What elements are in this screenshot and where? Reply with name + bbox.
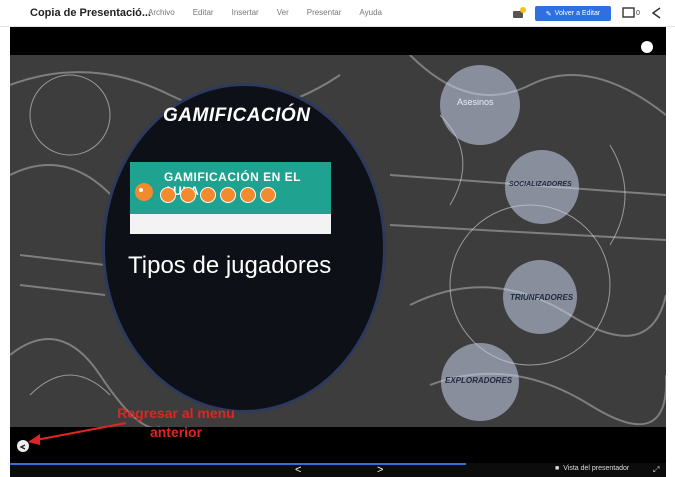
menu-archivo[interactable]: Archivo bbox=[148, 8, 175, 17]
previous-button[interactable]: < bbox=[295, 463, 301, 477]
badge-icon bbox=[200, 187, 216, 203]
label-triunfadores: TRIUNFADORES bbox=[510, 293, 574, 302]
menu-ver[interactable]: Ver bbox=[277, 8, 289, 17]
slide-title: GAMIFICACIÓN bbox=[163, 105, 311, 126]
badge-icon bbox=[240, 187, 256, 203]
menu-ayuda[interactable]: Ayuda bbox=[359, 8, 382, 17]
back-to-edit-button[interactable]: ✎ Volver a Editar bbox=[535, 6, 611, 21]
badge-icon bbox=[220, 187, 236, 203]
share-icon[interactable] bbox=[650, 6, 662, 20]
label-exploradores: EXPLORADORES bbox=[445, 376, 513, 385]
annotation-line-1: Regresar al menu bbox=[117, 405, 235, 421]
menu-presentar[interactable]: Presentar bbox=[307, 8, 342, 17]
embedded-image: GAMIFICACIÓN EN EL AULA bbox=[130, 162, 331, 234]
next-button[interactable]: > bbox=[377, 463, 383, 477]
document-title[interactable]: Copia de Presentació... bbox=[30, 7, 151, 19]
top-bar: Copia de Presentació... Archivo Editar I… bbox=[0, 0, 675, 27]
progress-bar bbox=[10, 463, 466, 465]
back-arrow-button[interactable] bbox=[17, 440, 29, 452]
present-screen-icon[interactable]: 0 bbox=[622, 6, 642, 20]
badge-icon bbox=[160, 187, 176, 203]
embedded-image-icons bbox=[160, 187, 276, 203]
back-arrow-icon bbox=[19, 444, 26, 450]
main-circle[interactable] bbox=[102, 83, 386, 413]
menu-insertar[interactable]: Insertar bbox=[232, 8, 259, 17]
fullscreen-toggle-icon[interactable] bbox=[641, 41, 653, 53]
menu-bar: Archivo Editar Insertar Ver Presentar Ay… bbox=[148, 8, 382, 17]
back-to-edit-label: Volver a Editar bbox=[554, 10, 601, 17]
present-count: 0 bbox=[636, 10, 640, 17]
expand-icon[interactable]: ⤢ bbox=[653, 465, 659, 475]
mascot-icon bbox=[135, 183, 153, 201]
presenter-icon: ■ bbox=[555, 465, 560, 472]
pencil-icon: ✎ bbox=[545, 10, 552, 18]
presenter-view-label: Vista del presentador bbox=[563, 465, 630, 472]
label-socializadores: SOCIALIZADORES bbox=[509, 181, 572, 188]
slide-canvas[interactable]: Asesinos SOCIALIZADORES TRIUNFADORES EXP… bbox=[10, 55, 666, 427]
badge-icon bbox=[260, 187, 276, 203]
annotation-text: Regresar al menu anterior bbox=[96, 404, 256, 442]
presentation-stage: Asesinos SOCIALIZADORES TRIUNFADORES EXP… bbox=[10, 27, 666, 463]
slide-subtitle: Tipos de jugadores bbox=[128, 252, 332, 279]
annotation-line-2: anterior bbox=[149, 424, 203, 440]
presenter-view-button[interactable]: ■ Vista del presentador bbox=[555, 465, 629, 472]
notification-icon[interactable] bbox=[512, 6, 526, 20]
label-asesinos: Asesinos bbox=[457, 97, 494, 107]
menu-editar[interactable]: Editar bbox=[193, 8, 214, 17]
badge-icon bbox=[180, 187, 196, 203]
